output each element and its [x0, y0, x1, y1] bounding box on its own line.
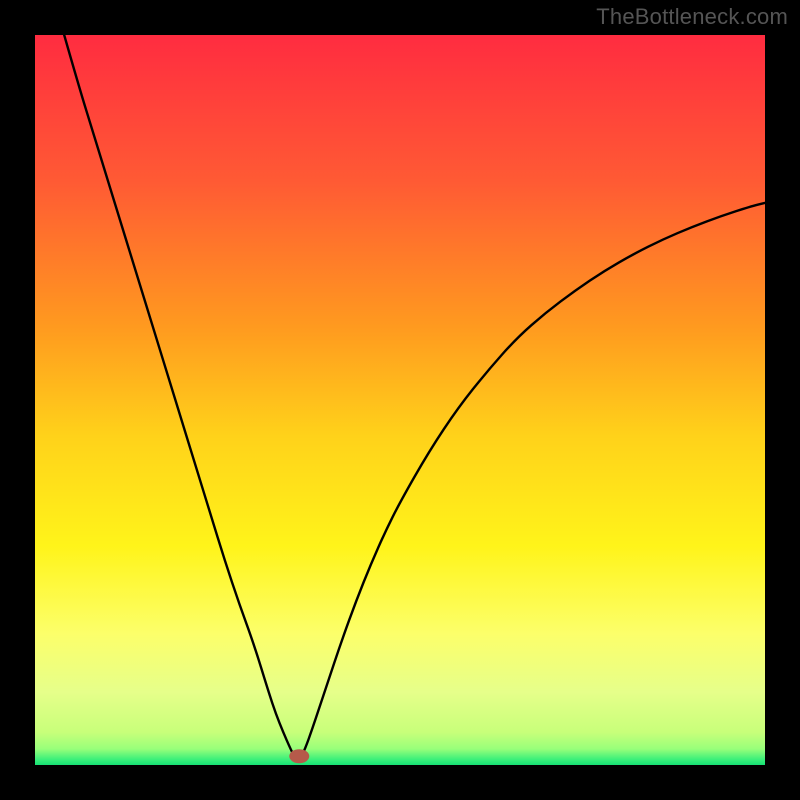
- watermark-text: TheBottleneck.com: [596, 4, 788, 30]
- chart-background: [35, 35, 765, 765]
- chart-frame: TheBottleneck.com: [0, 0, 800, 800]
- optimal-point-marker: [289, 749, 309, 763]
- bottleneck-chart: [35, 35, 765, 765]
